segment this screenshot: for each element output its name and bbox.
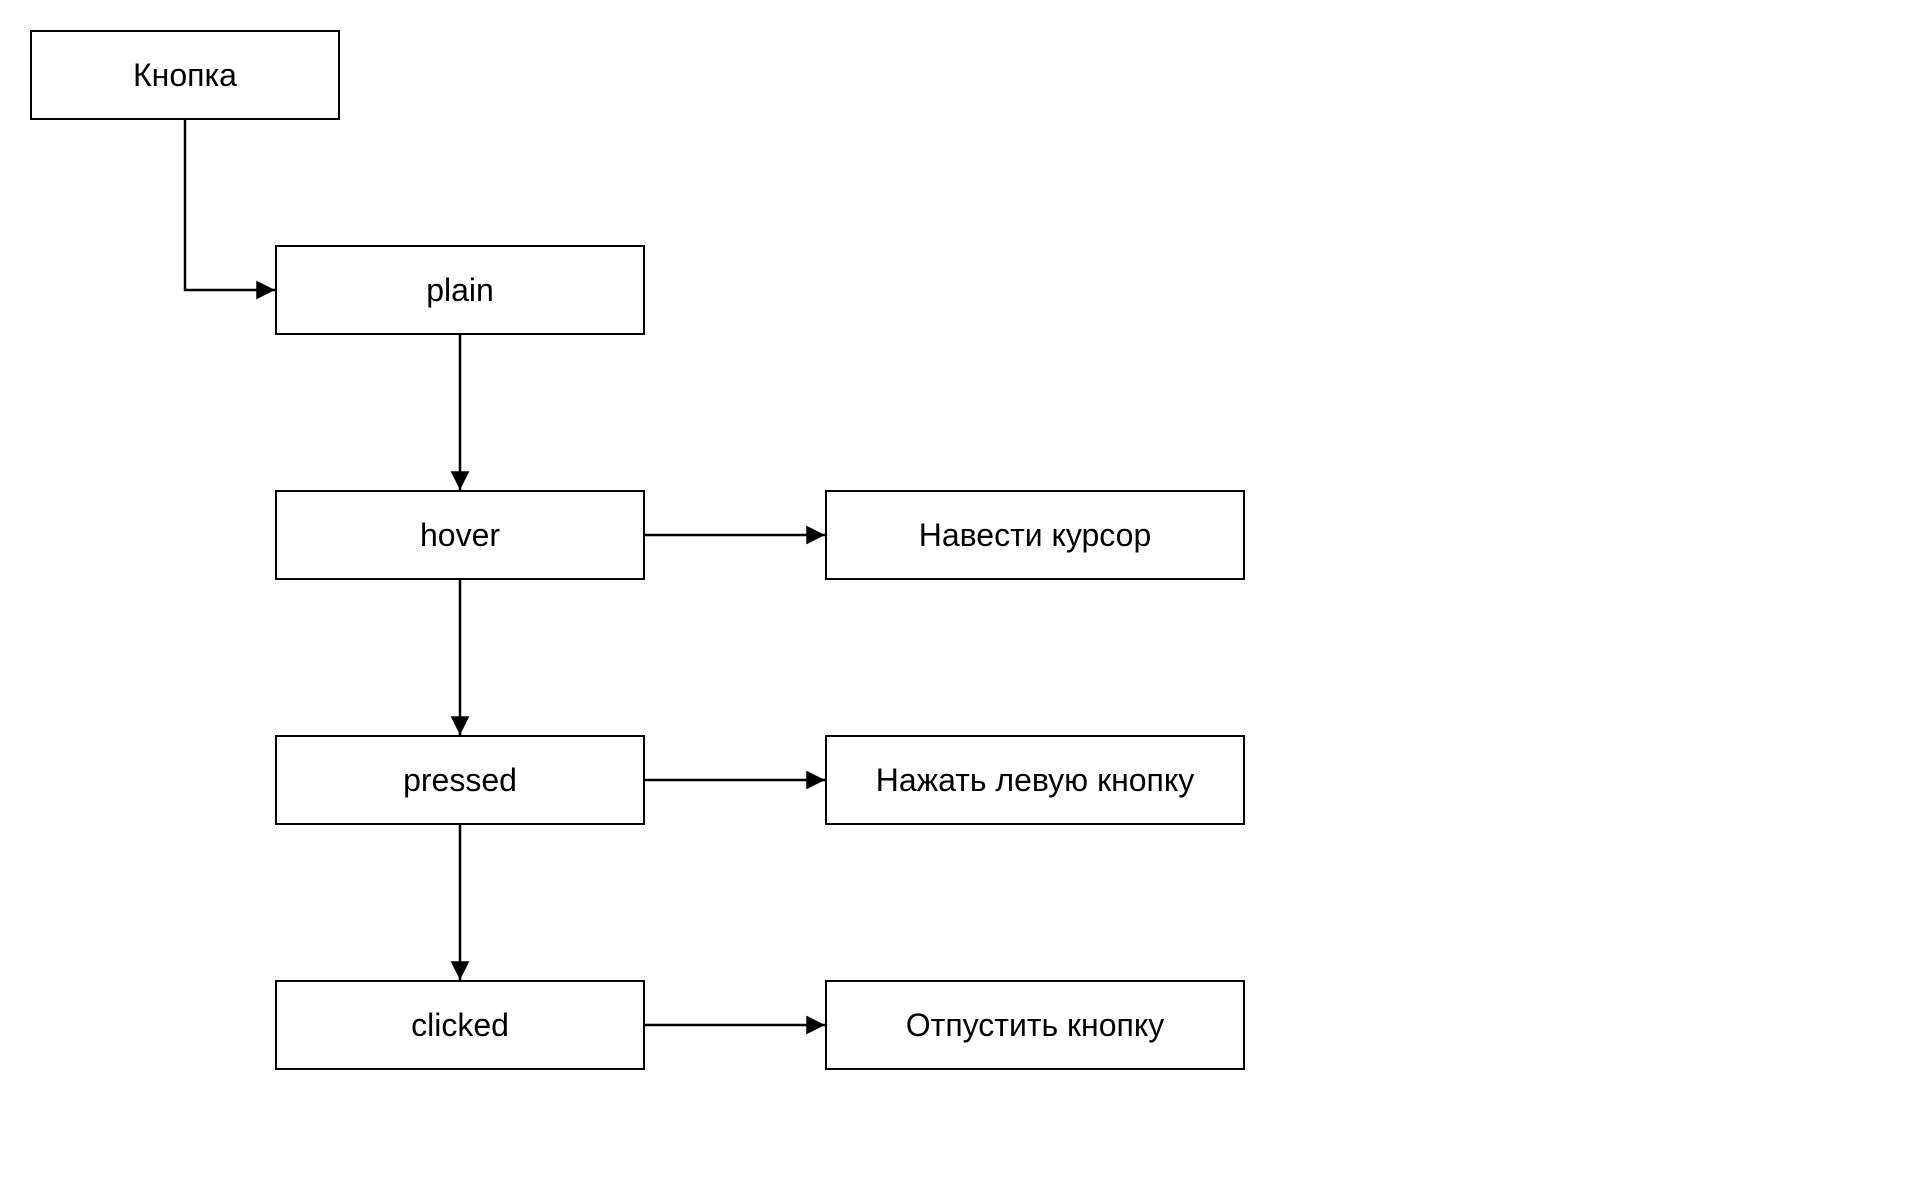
node-hover-label: hover — [420, 517, 500, 554]
node-clicked-action-label: Отпустить кнопку — [906, 1007, 1164, 1044]
node-pressed: pressed — [275, 735, 645, 825]
node-plain: plain — [275, 245, 645, 335]
node-clicked-label: clicked — [411, 1007, 509, 1044]
node-pressed-action: Нажать левую кнопку — [825, 735, 1245, 825]
node-hover-action-label: Навести курсор — [919, 517, 1152, 554]
edge-root-plain — [185, 120, 275, 290]
node-hover: hover — [275, 490, 645, 580]
node-pressed-action-label: Нажать левую кнопку — [876, 762, 1194, 799]
diagram-canvas: Кнопка plain hover pressed clicked Навес… — [0, 0, 1920, 1180]
node-clicked-action: Отпустить кнопку — [825, 980, 1245, 1070]
node-hover-action: Навести курсор — [825, 490, 1245, 580]
node-root-label: Кнопка — [133, 57, 237, 94]
node-clicked: clicked — [275, 980, 645, 1070]
node-plain-label: plain — [426, 272, 494, 309]
node-root: Кнопка — [30, 30, 340, 120]
node-pressed-label: pressed — [403, 762, 517, 799]
